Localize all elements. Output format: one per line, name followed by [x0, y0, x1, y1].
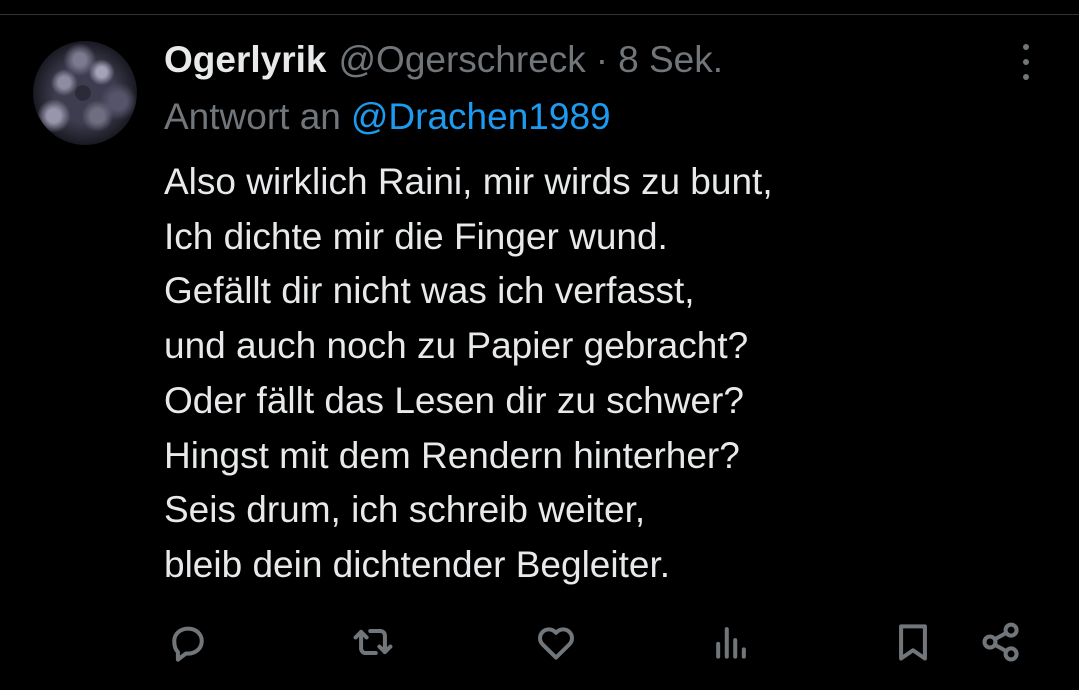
- reply-mention-link[interactable]: @Drachen1989: [351, 96, 611, 137]
- repost-icon: [353, 628, 393, 656]
- heart-icon: [538, 627, 574, 660]
- share-icon: [982, 622, 1019, 662]
- bookmark-button[interactable]: [890, 616, 936, 668]
- reply-to-line: Antwort an @Drachen1989: [164, 95, 611, 139]
- avatar[interactable]: [33, 41, 137, 145]
- views-icon: [716, 627, 746, 659]
- views-button[interactable]: [708, 616, 754, 668]
- post-header: Ogerlyrik @Ogerschreck · 8 Sek.: [164, 38, 723, 82]
- post-line: Hingst mit dem Rendern hinterher?: [164, 434, 740, 476]
- like-button[interactable]: [533, 616, 579, 668]
- display-name[interactable]: Ogerlyrik: [164, 38, 326, 82]
- post-text: Also wirklich Raini, mir wirds zu bunt, …: [164, 155, 773, 593]
- action-bar: [0, 616, 1079, 668]
- post-line: bleib dein dichtender Begleiter.: [164, 543, 671, 585]
- post-line: und auch noch zu Papier gebracht?: [164, 325, 749, 367]
- post-time[interactable]: 8 Sek.: [618, 38, 723, 82]
- reply-prefix: Antwort an: [164, 96, 341, 137]
- share-button[interactable]: [978, 616, 1024, 668]
- post-line: Also wirklich Raini, mir wirds zu bunt,: [164, 161, 773, 202]
- separator-dot: ·: [595, 39, 609, 80]
- post-line: Gefällt dir nicht was ich verfasst,: [164, 270, 695, 312]
- reply-icon: [172, 626, 204, 662]
- top-divider: [0, 14, 1079, 15]
- reply-button[interactable]: [165, 616, 211, 668]
- bookmark-icon: [899, 624, 927, 661]
- repost-button[interactable]: [350, 616, 396, 668]
- post-line: Ich dichte mir die Finger wund.: [164, 215, 668, 257]
- post-line: Oder fällt das Lesen dir zu schwer?: [164, 379, 744, 421]
- user-handle[interactable]: @Ogerschreck: [338, 38, 585, 82]
- post-line: Seis drum, ich schreib weiter,: [164, 489, 646, 531]
- more-vertical-icon[interactable]: [1014, 44, 1038, 80]
